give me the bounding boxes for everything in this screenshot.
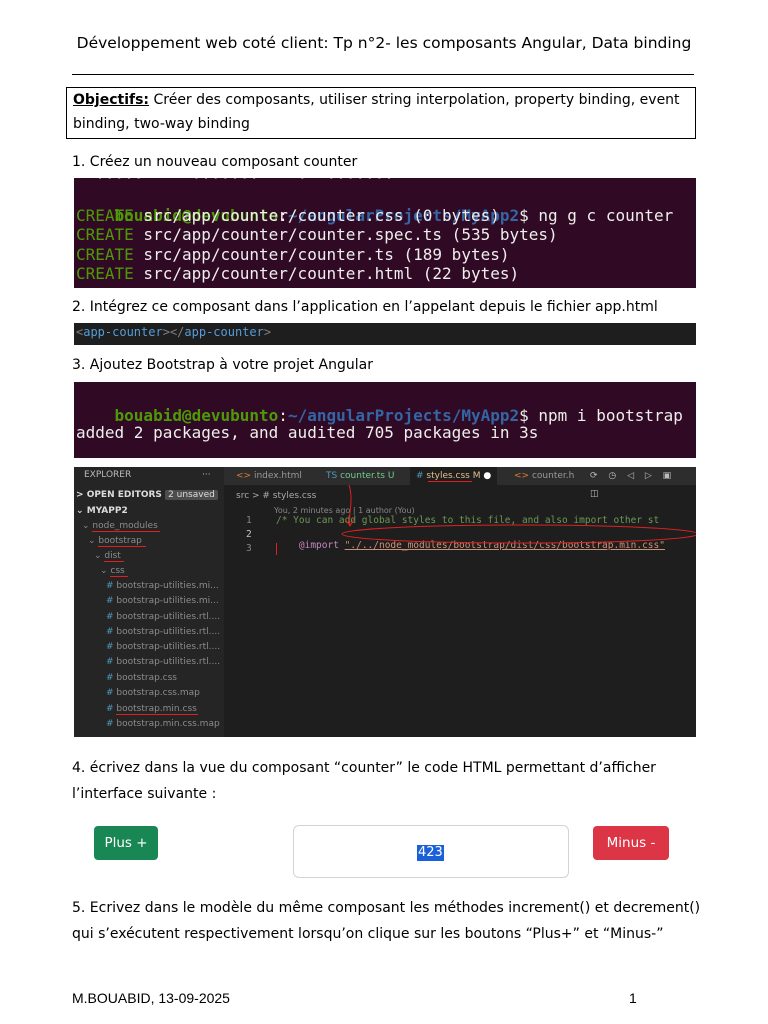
css-file-icon: # [106,627,117,637]
open-editors-section[interactable]: > OPEN EDITORS 2 unsaved [76,488,218,503]
create-keyword: CREATE [76,245,134,264]
tree-file[interactable]: # bootstrap-utilities.rtl.... [106,610,220,625]
step-2: 2. Intégrez ce composant dans l’applicat… [72,299,658,315]
step-5-line-1: 5. Ecrivez dans le modèle du même compos… [72,900,701,916]
explorer-sidebar: EXPLORER ··· > OPEN EDITORS 2 unsaved ⌄ … [74,467,224,737]
code-close-tag: app-counter [184,325,264,339]
tree-file[interactable]: # bootstrap.min.css.map [106,717,220,732]
terminal-line: src/app/counter/counter.css (0 bytes) [133,206,500,225]
terminal-line: src/app/counter/counter.html (22 bytes) [133,264,520,283]
plus-button[interactable]: Plus + [94,826,158,860]
html-file-icon: <> [514,471,532,481]
code-open-tag: app-counter [83,325,163,339]
css-file-icon: # [106,704,117,714]
css-file-icon: # [106,596,117,606]
terminal-create-component: ..... ....... . ....... bouabid@devubunt… [74,178,696,288]
chevron-down-icon: ⌄ [76,506,87,516]
tree-file[interactable]: # bootstrap-utilities.mi... [106,594,219,609]
page-number: 1 [629,990,637,1006]
line-number: 1 [246,515,252,526]
ts-file-icon: TS [326,471,341,481]
css-file-icon: # [106,612,117,622]
app-html-snippet: <app-counter></app-counter> [74,323,696,345]
annotation-arrow [341,484,696,544]
step-1: 1. Créez un nouveau composant counter [72,154,358,170]
terminal-line: src/app/counter/counter.spec.ts (535 byt… [133,225,558,244]
tree-file[interactable]: # bootstrap-utilities.rtl.... [106,640,220,655]
chevron-down-icon: ⌄ [94,551,105,561]
css-file-icon: # [106,673,117,683]
html-file-icon: <> [236,471,254,481]
step-4-line-1: 4. écrivez dans la vue du composant “cou… [72,760,656,776]
tree-file[interactable]: # bootstrap.css.map [106,686,200,701]
tree-file[interactable]: # bootstrap-utilities.rtl.... [106,655,220,670]
line-number: 3 [246,543,252,554]
vscode-window: EXPLORER ··· > OPEN EDITORS 2 unsaved ⌄ … [74,467,696,737]
terminal-command: $ npm i bootstrap [519,405,683,425]
tree-file[interactable]: # bootstrap-utilities.mi... [106,579,219,594]
chevron-right-icon: > [76,490,87,500]
unsaved-badge: 2 unsaved [165,490,218,500]
step-4-line-2: l’interface suivante : [72,786,217,802]
terminal-line: src/app/counter/counter.ts (189 bytes) [133,245,510,264]
annotation-underline [98,546,146,547]
title-divider [72,74,694,75]
minus-button[interactable]: Minus - [593,826,669,860]
css-file-icon: # [416,471,427,481]
chevron-down-icon: ⌄ [82,521,93,531]
annotation-underline [92,531,160,532]
objectives-text: Créer des composants, utiliser string in… [73,92,680,132]
css-file-icon: # [106,719,117,729]
create-keyword: CREATE [76,264,134,283]
unsaved-dot-icon: ● [483,471,492,481]
terminal-command: $ ng g c counter [519,205,674,225]
terminal-install-bootstrap: bouabid@devubunto:~/angularProjects/MyAp… [74,382,696,458]
chevron-down-icon: ⌄ [100,566,111,576]
more-actions-icon[interactable]: ··· [202,468,211,483]
chevron-down-icon: ⌄ [88,536,99,546]
terminal-user: bouabid@devubunto [114,405,279,425]
tree-file[interactable]: # bootstrap.css [106,671,177,686]
annotation-underline [116,714,198,715]
annotation-underline [104,561,124,562]
css-file-icon: # [106,581,117,591]
css-file-icon: # [106,642,117,652]
css-file-icon: # [106,657,117,667]
create-keyword: CREATE [76,225,134,244]
explorer-label: EXPLORER [84,470,132,480]
step-5-line-2: qui s’exécutent respectivement lorsqu’on… [72,926,664,942]
footer-author-date: M.BOUABID, 13-09-2025 [72,990,230,1006]
project-folder[interactable]: ⌄ MYAPP2 [76,504,128,519]
create-keyword: CREATE [76,206,134,225]
page-title: Développement web coté client: Tp n°2- l… [76,34,692,52]
objectives-box: Objectifs: Créer des composants, utilise… [66,87,696,139]
terminal-output: added 2 packages, and audited 705 packag… [76,423,539,442]
step-3: 3. Ajoutez Bootstrap à votre projet Angu… [72,357,373,373]
objectives-label: Objectifs: [73,92,150,108]
terminal-path: ~/angularProjects/MyApp2 [287,405,520,425]
line-number: 2 [246,529,252,540]
css-file-icon: # [106,688,117,698]
tree-file[interactable]: # bootstrap-utilities.rtl.... [106,625,220,640]
annotation-underline [110,576,128,577]
counter-value: 423 [417,845,444,861]
